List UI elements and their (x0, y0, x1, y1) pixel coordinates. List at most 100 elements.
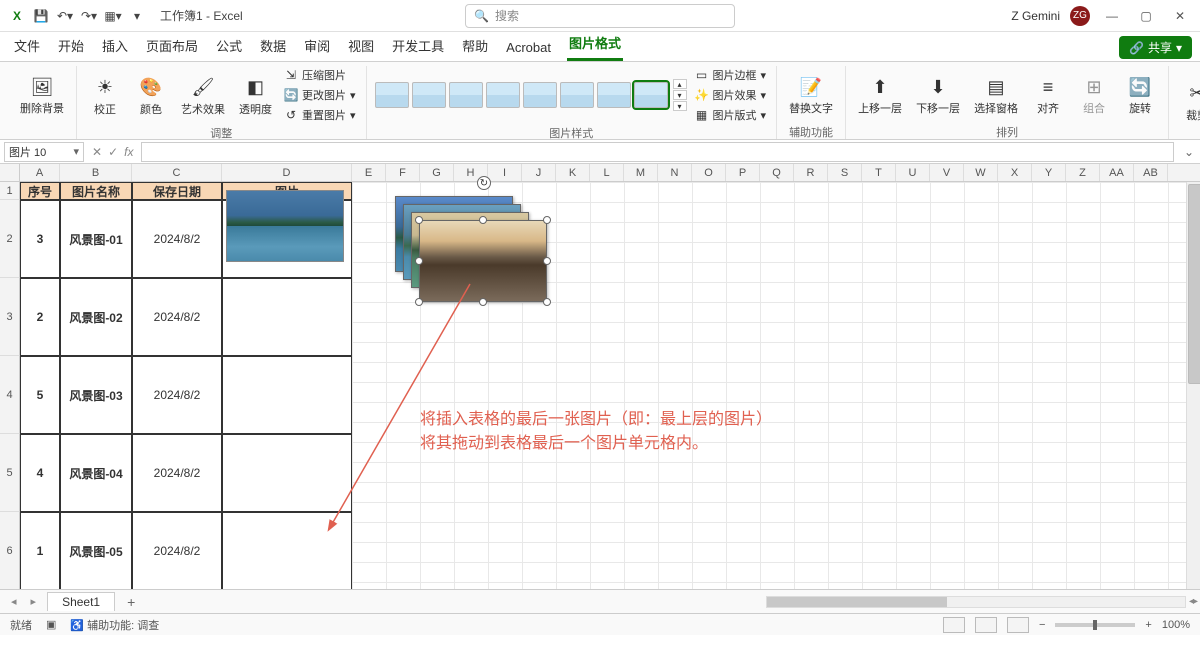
close-button[interactable]: ✕ (1168, 4, 1192, 28)
macro-record-icon[interactable]: ▣ (46, 618, 56, 631)
column-header[interactable]: L (590, 164, 624, 181)
table-cell[interactable] (222, 356, 352, 434)
redo-icon[interactable]: ↷▾ (80, 7, 98, 25)
column-header[interactable]: D (222, 164, 352, 181)
table-cell[interactable]: 2024/8/2 (132, 278, 222, 356)
rotation-handle[interactable]: ↻ (477, 176, 491, 190)
qat-dropdown-icon[interactable]: ▾ (128, 7, 146, 25)
resize-handle[interactable] (415, 257, 423, 265)
table-cell[interactable]: 2024/8/2 (132, 434, 222, 512)
zoom-out-button[interactable]: − (1039, 619, 1045, 631)
column-header[interactable]: Q (760, 164, 794, 181)
tab-developer[interactable]: 开发工具 (390, 32, 446, 61)
scrollbar-thumb[interactable] (767, 597, 947, 607)
minimize-button[interactable]: — (1100, 4, 1124, 28)
style-thumb[interactable] (523, 82, 557, 108)
gallery-down-icon[interactable]: ▾ (673, 90, 687, 100)
normal-view-button[interactable] (943, 617, 965, 633)
tab-picture-format[interactable]: 图片格式 (567, 29, 623, 61)
add-sheet-button[interactable]: + (121, 594, 141, 610)
user-avatar[interactable]: ZG (1070, 6, 1090, 26)
alt-text-button[interactable]: 📝替换文字 (785, 71, 837, 117)
table-cell[interactable] (222, 278, 352, 356)
horizontal-scrollbar[interactable] (766, 596, 1186, 608)
tab-insert[interactable]: 插入 (100, 32, 130, 61)
page-layout-view-button[interactable] (975, 617, 997, 633)
style-thumb[interactable] (634, 82, 668, 108)
row-header[interactable]: 1 (0, 182, 20, 200)
sheet-tab[interactable]: Sheet1 (47, 592, 115, 611)
column-header[interactable]: W (964, 164, 998, 181)
style-thumb[interactable] (449, 82, 483, 108)
picture-layout-button[interactable]: ▦图片版式▾ (693, 106, 769, 124)
row-header[interactable]: 4 (0, 356, 20, 434)
style-thumb[interactable] (412, 82, 446, 108)
table-cell[interactable]: 风景图-02 (60, 278, 132, 356)
picture-styles-gallery[interactable]: ▴ ▾ ▾ (375, 79, 687, 111)
accessibility-status[interactable]: ♿ 辅助功能: 调查 (70, 617, 159, 633)
table-cell[interactable]: 风景图-05 (60, 512, 132, 589)
column-header[interactable]: G (420, 164, 454, 181)
fx-icon[interactable]: fx (124, 145, 133, 159)
send-backward-button[interactable]: ⬇下移一层 (912, 71, 964, 117)
column-header[interactable]: Z (1066, 164, 1100, 181)
gallery-more-icon[interactable]: ▾ (673, 101, 687, 111)
column-header[interactable]: F (386, 164, 420, 181)
column-header[interactable]: B (60, 164, 132, 181)
tab-data[interactable]: 数据 (258, 32, 288, 61)
zoom-slider[interactable] (1055, 623, 1135, 627)
resize-handle[interactable] (543, 216, 551, 224)
bring-forward-button[interactable]: ⬆上移一层 (854, 71, 906, 117)
undo-icon[interactable]: ↶▾ (56, 7, 74, 25)
table-cell[interactable]: 风景图-01 (60, 200, 132, 278)
selection-pane-button[interactable]: ▤选择窗格 (970, 71, 1022, 117)
rotate-button[interactable]: 🔄旋转 (1120, 71, 1160, 117)
tab-formulas[interactable]: 公式 (214, 32, 244, 61)
table-cell[interactable]: 2 (20, 278, 60, 356)
table-cell[interactable] (222, 512, 352, 589)
table-cell[interactable]: 风景图-04 (60, 434, 132, 512)
column-header[interactable]: U (896, 164, 930, 181)
gallery-up-icon[interactable]: ▴ (673, 79, 687, 89)
column-header[interactable]: E (352, 164, 386, 181)
tab-view[interactable]: 视图 (346, 32, 376, 61)
column-header[interactable]: R (794, 164, 828, 181)
table-cell[interactable]: 3 (20, 200, 60, 278)
transparency-button[interactable]: ◧透明度 (235, 72, 276, 118)
table-cell[interactable]: 4 (20, 434, 60, 512)
row-header[interactable]: 5 (0, 434, 20, 512)
resize-handle[interactable] (543, 257, 551, 265)
column-header[interactable]: K (556, 164, 590, 181)
tab-acrobat[interactable]: Acrobat (504, 36, 553, 61)
table-header-cell[interactable]: 序号 (20, 182, 60, 200)
tab-help[interactable]: 帮助 (460, 32, 490, 61)
zoom-in-button[interactable]: + (1145, 619, 1151, 631)
tab-home[interactable]: 开始 (56, 32, 86, 61)
column-header[interactable]: C (132, 164, 222, 181)
table-header-cell[interactable]: 保存日期 (132, 182, 222, 200)
sheet-nav-next[interactable]: ▸ (26, 592, 42, 611)
expand-formula-icon[interactable]: ⌄ (1178, 145, 1200, 159)
namebox-dropdown-icon[interactable]: ▾ (73, 145, 79, 158)
table-cell[interactable]: 2024/8/2 (132, 512, 222, 589)
enter-formula-icon[interactable]: ✓ (108, 145, 118, 159)
resize-handle[interactable] (479, 216, 487, 224)
color-button[interactable]: 🎨颜色 (131, 72, 171, 118)
group-button[interactable]: ⊞组合 (1074, 71, 1114, 117)
style-thumb[interactable] (375, 82, 409, 108)
column-header[interactable]: O (692, 164, 726, 181)
style-thumb[interactable] (560, 82, 594, 108)
column-header[interactable]: I (488, 164, 522, 181)
tab-file[interactable]: 文件 (12, 32, 42, 61)
share-button[interactable]: 🔗共享▾ (1119, 36, 1192, 59)
row-header[interactable]: 2 (0, 200, 20, 278)
picture-effects-button[interactable]: ✨图片效果▾ (693, 86, 769, 104)
style-thumb[interactable] (486, 82, 520, 108)
zoom-percentage[interactable]: 100% (1162, 619, 1190, 631)
style-thumb[interactable] (597, 82, 631, 108)
table-cell[interactable]: 2024/8/2 (132, 356, 222, 434)
page-break-view-button[interactable] (1007, 617, 1029, 633)
column-header[interactable]: Y (1032, 164, 1066, 181)
formula-input[interactable] (141, 142, 1173, 162)
row-header[interactable]: 6 (0, 512, 20, 589)
